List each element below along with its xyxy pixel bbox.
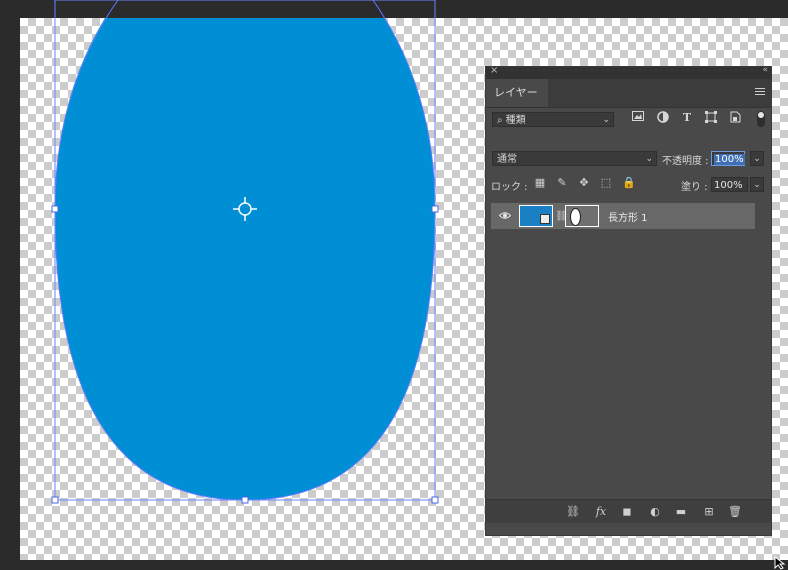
blend-row: 通常 ⌄ 不透明度 : 100% ⌄ bbox=[486, 146, 771, 170]
filter-kind-select[interactable]: ⌕ 種類 ⌄ bbox=[492, 112, 614, 127]
tab-layers-label: レイヤー bbox=[494, 86, 538, 99]
add-mask-icon[interactable]: ◼ bbox=[620, 505, 634, 519]
lock-transparency-icon[interactable]: ▦ bbox=[534, 177, 546, 189]
mouse-cursor-icon bbox=[774, 556, 786, 570]
panel-header-strip: × « bbox=[486, 65, 771, 79]
lock-label: ロック : bbox=[491, 182, 528, 193]
lock-row: ロック : ▦ ✎ ✥ ⬚ 🔒 塗り : 100% ⌄ bbox=[486, 177, 771, 197]
image-filter-icon[interactable] bbox=[631, 111, 645, 125]
panel-tab-bar: レイヤー bbox=[486, 79, 771, 108]
adjustment-filter-icon[interactable] bbox=[656, 111, 670, 125]
search-icon: ⌕ bbox=[497, 115, 503, 126]
filter-toggle-switch[interactable] bbox=[757, 111, 765, 127]
opacity-input[interactable]: 100% bbox=[711, 151, 745, 166]
visibility-eye-icon[interactable] bbox=[498, 211, 512, 221]
opacity-dropdown-button[interactable]: ⌄ bbox=[750, 151, 764, 166]
fill-value: 100% bbox=[714, 180, 743, 191]
lock-paint-icon[interactable]: ✎ bbox=[556, 177, 568, 189]
chevron-down-icon: ⌄ bbox=[602, 115, 610, 125]
collapse-panel-icon[interactable]: « bbox=[762, 65, 767, 75]
smart-object-filter-icon[interactable] bbox=[728, 111, 742, 125]
panel-menu-icon[interactable] bbox=[755, 88, 765, 97]
new-group-folder-icon[interactable]: ▬ bbox=[674, 505, 688, 519]
filter-kind-value: 種類 bbox=[505, 115, 526, 126]
transform-handle-bottom-left[interactable] bbox=[51, 496, 59, 504]
fill-dropdown-button[interactable]: ⌄ bbox=[750, 177, 764, 192]
panel-footer: ⛓ fx ◼ ◐ ▬ ⊞ 🗑 bbox=[486, 499, 771, 524]
new-layer-icon[interactable]: ⊞ bbox=[702, 505, 716, 519]
mask-shape bbox=[570, 208, 581, 226]
layer-row[interactable]: ⛓ 長方形 1 bbox=[491, 203, 755, 229]
adjustment-layer-icon[interactable]: ◐ bbox=[648, 505, 662, 519]
opacity-label: 不透明度 : bbox=[662, 156, 709, 167]
chevron-down-icon: ⌄ bbox=[645, 154, 653, 164]
trash-icon[interactable]: 🗑 bbox=[728, 505, 742, 519]
blend-mode-value: 通常 bbox=[497, 154, 517, 165]
link-layers-icon[interactable]: ⛓ bbox=[566, 505, 580, 519]
vector-mask-thumbnail[interactable] bbox=[565, 205, 599, 227]
layer-name[interactable]: 長方形 1 bbox=[608, 209, 648, 224]
transform-handle-left[interactable] bbox=[51, 205, 59, 213]
tab-layers[interactable]: レイヤー bbox=[486, 79, 548, 107]
shape-filter-icon[interactable] bbox=[704, 111, 718, 125]
transform-handle-bottom[interactable] bbox=[241, 496, 249, 504]
fx-icon[interactable]: fx bbox=[594, 505, 608, 519]
close-panel-icon[interactable]: × bbox=[490, 65, 498, 76]
layer-thumbnail[interactable] bbox=[519, 205, 553, 227]
filter-row: ⌕ 種類 ⌄ T bbox=[486, 108, 771, 132]
blend-mode-select[interactable]: 通常 ⌄ bbox=[492, 151, 657, 166]
type-filter-icon[interactable]: T bbox=[680, 111, 694, 125]
lock-artboard-icon[interactable]: ⬚ bbox=[600, 177, 612, 189]
lock-all-icon[interactable]: 🔒 bbox=[622, 177, 636, 189]
lock-position-icon[interactable]: ✥ bbox=[578, 177, 590, 189]
transform-handle-right[interactable] bbox=[431, 205, 439, 213]
shape-layer-badge-icon bbox=[540, 214, 550, 224]
ellipse-shape[interactable] bbox=[55, 18, 435, 500]
fill-input[interactable]: 100% bbox=[711, 177, 748, 192]
opacity-value: 100% bbox=[714, 154, 745, 165]
transform-handle-bottom-right[interactable] bbox=[431, 496, 439, 504]
layers-panel: × « レイヤー ⌕ 種類 ⌄ T 通常 ⌄ 不透明度: 100% ⌄ ロック… bbox=[485, 65, 772, 536]
fill-label: 塗り : bbox=[681, 182, 708, 193]
panel-bottom-edge bbox=[486, 523, 771, 535]
